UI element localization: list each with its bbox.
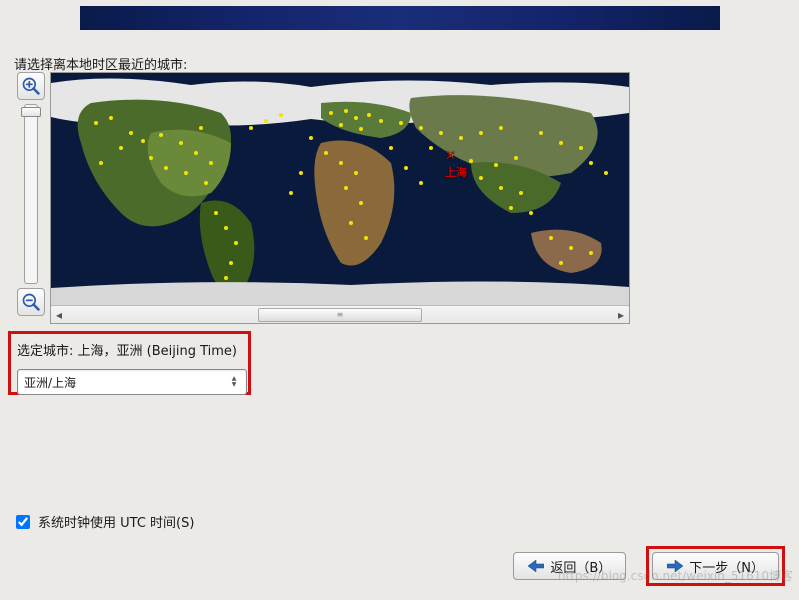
utc-checkbox[interactable] [16,515,30,529]
selected-city-marker: ✕ 上海 [445,149,467,180]
timezone-map[interactable]: ✕ 上海 [51,73,629,305]
zoom-in-icon [21,76,41,96]
city-marker-x-icon: ✕ [445,149,456,164]
timezone-combo[interactable]: 亚洲/上海 ▲▼ [17,369,247,395]
timezone-map-container: ✕ 上海 ◂ ≡ ▸ [50,72,630,324]
timezone-combo-value: 亚洲/上海 [24,374,76,391]
arrow-right-icon [667,560,683,572]
world-map-svg [51,73,629,305]
timezone-prompt-label: 请选择离本地时区最近的城市: [14,54,187,73]
zoom-in-button[interactable] [17,72,45,100]
scrollbar-track[interactable]: ≡ [67,308,613,322]
zoom-slider[interactable] [24,104,38,284]
city-marker-label: 上海 [445,166,467,179]
scroll-left-icon[interactable]: ◂ [51,307,67,323]
map-horizontal-scrollbar[interactable]: ◂ ≡ ▸ [51,305,629,323]
zoom-out-icon [21,292,41,312]
utc-checkbox-label: 系统时钟使用 UTC 时间(S) [38,512,194,531]
zoom-panel [16,72,46,316]
selected-city-label: 选定城市: 上海，亚洲 (Beijing Time) [17,340,242,359]
combo-spinner-icon: ▲▼ [226,376,242,388]
zoom-out-button[interactable] [17,288,45,316]
next-button-highlight: 下一步（N） [646,546,785,586]
zoom-slider-thumb[interactable] [21,107,41,117]
city-selection-highlight: 选定城市: 上海，亚洲 (Beijing Time) 亚洲/上海 ▲▼ [8,331,251,395]
arrow-left-icon [528,560,544,572]
next-button[interactable]: 下一步（N） [652,552,779,580]
utc-checkbox-row[interactable]: 系统时钟使用 UTC 时间(S) [16,512,194,531]
scrollbar-thumb[interactable]: ≡ [258,308,422,322]
scroll-right-icon[interactable]: ▸ [613,307,629,323]
back-button[interactable]: 返回（B） [513,552,626,580]
header-banner [80,6,720,30]
wizard-button-row: 返回（B） 下一步（N） [513,546,785,586]
